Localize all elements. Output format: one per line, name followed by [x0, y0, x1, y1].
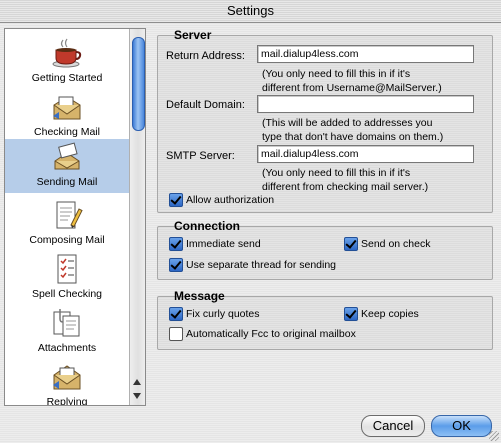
reply-envelope-icon — [51, 361, 83, 393]
hint-line: (You only need to fill this in if it's — [262, 167, 411, 179]
keep-copies-label: Keep copies — [361, 308, 419, 320]
return-address-label: Return Address: — [166, 50, 245, 62]
checkbox-checked-icon — [169, 258, 183, 272]
immediate-send-label: Immediate send — [186, 238, 261, 250]
compose-pencil-icon — [51, 199, 83, 231]
default-domain-hint: (This will be added to addresses you typ… — [262, 116, 492, 144]
hint-line: different from checking mail server.) — [262, 181, 429, 193]
category-list: Getting Started Checking Mail Sending Ma… — [5, 29, 129, 405]
checkbox-unchecked-icon — [169, 327, 183, 341]
sidebar-item-checking-mail[interactable]: Checking Mail — [5, 89, 129, 143]
attachments-icon — [51, 307, 83, 339]
sidebar-item-getting-started[interactable]: Getting Started — [5, 35, 129, 89]
fix-curly-quotes-label: Fix curly quotes — [186, 308, 260, 320]
hint-line: different from Username@MailServer.) — [262, 82, 442, 94]
default-domain-input[interactable] — [257, 95, 474, 113]
sidebar-item-attachments[interactable]: Attachments — [5, 305, 129, 359]
hint-line: (You only need to fill this in if it's — [262, 68, 411, 80]
auto-fcc-label: Automatically Fcc to original mailbox — [186, 328, 356, 340]
window-title-bar[interactable]: Settings — [0, 0, 501, 23]
sidebar-item-label: Attachments — [37, 342, 97, 354]
settings-category-sidebar: Getting Started Checking Mail Sending Ma… — [4, 28, 146, 406]
message-group — [157, 296, 493, 350]
mailbox-icon — [51, 91, 83, 123]
sidebar-item-label: Getting Started — [31, 72, 103, 84]
ok-button[interactable]: OK — [431, 415, 492, 437]
scroll-up-arrow-icon[interactable] — [133, 379, 141, 385]
smtp-server-input[interactable] — [257, 145, 474, 163]
coffee-cup-icon — [51, 37, 83, 69]
sidebar-item-spell-checking[interactable]: Spell Checking — [5, 251, 129, 305]
sidebar-item-label: Sending Mail — [36, 176, 98, 188]
server-group-title: Server — [174, 28, 212, 42]
checkbox-checked-icon — [169, 237, 183, 251]
cancel-button[interactable]: Cancel — [361, 415, 425, 437]
sidebar-item-sending-mail[interactable]: Sending Mail — [5, 139, 129, 193]
return-address-hint: (You only need to fill this in if it's d… — [262, 67, 492, 95]
allow-authorization-label: Allow authorization — [186, 194, 275, 206]
resize-grip-icon[interactable] — [489, 431, 499, 441]
send-on-check-label: Send on check — [361, 238, 431, 250]
checkbox-checked-icon — [344, 237, 358, 251]
sidebar-item-replying[interactable]: Replying — [5, 359, 129, 405]
checkbox-checked-icon — [344, 307, 358, 321]
smtp-server-label: SMTP Server: — [166, 150, 235, 162]
connection-group-title: Connection — [174, 219, 240, 233]
smtp-server-hint: (You only need to fill this in if it's d… — [262, 166, 492, 194]
sidebar-item-label: Replying — [46, 396, 88, 405]
default-domain-label: Default Domain: — [166, 99, 245, 111]
spell-check-list-icon — [51, 253, 83, 285]
checkbox-checked-icon — [169, 307, 183, 321]
return-address-input[interactable] — [257, 45, 474, 63]
scroll-down-arrow-icon[interactable] — [133, 393, 141, 399]
hint-line: type that don't have domains on them.) — [262, 131, 444, 143]
sidebar-scrollbar[interactable] — [129, 29, 145, 405]
message-group-title: Message — [174, 289, 225, 303]
checkbox-checked-icon — [169, 193, 183, 207]
sidebar-item-label: Checking Mail — [34, 126, 100, 138]
sidebar-item-label: Spell Checking — [31, 288, 103, 300]
sidebar-item-composing-mail[interactable]: Composing Mail — [5, 197, 129, 251]
separate-thread-label: Use separate thread for sending — [186, 259, 337, 271]
scrollbar-thumb[interactable] — [132, 37, 145, 131]
window-title: Settings — [227, 3, 274, 18]
sending-mail-icon — [51, 141, 83, 173]
hint-line: (This will be added to addresses you — [262, 117, 433, 129]
sidebar-item-label: Composing Mail — [29, 234, 105, 246]
